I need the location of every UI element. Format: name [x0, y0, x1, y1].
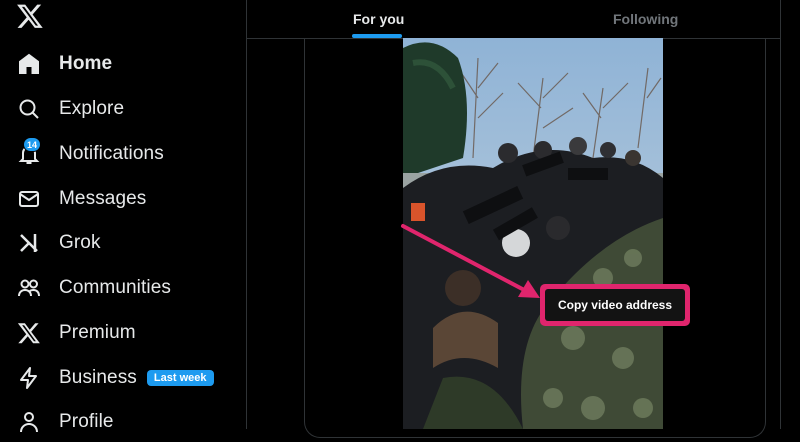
nav-explore[interactable]: Explore: [16, 89, 124, 129]
nav-business[interactable]: Business Last week: [16, 358, 214, 398]
nav-notifications[interactable]: 14 Notifications: [16, 134, 164, 174]
timeline-tabs: For you Following: [247, 0, 780, 39]
tab-for-you[interactable]: For you: [353, 0, 404, 38]
nav-home[interactable]: Home: [16, 44, 112, 84]
nav-home-label: Home: [59, 53, 113, 74]
nav-premium-label: Premium: [59, 322, 136, 343]
nav-notifications-label: Notifications: [59, 143, 164, 164]
nav-profile-label: Profile: [59, 411, 114, 432]
nav-premium[interactable]: Premium: [16, 313, 136, 353]
notification-count-badge: 14: [23, 137, 42, 152]
last-week-badge: Last week: [146, 370, 214, 386]
nav-profile[interactable]: Profile: [16, 402, 114, 442]
person-icon: [16, 409, 42, 435]
bell-icon: 14: [16, 137, 42, 167]
home-icon: [16, 51, 42, 77]
sidebar: Home Explore 14 Notifications Messages G…: [0, 0, 246, 433]
nav-messages[interactable]: Messages: [16, 179, 146, 219]
communities-icon: [16, 275, 42, 301]
lightning-icon: [16, 365, 42, 391]
nav-communities[interactable]: Communities: [16, 268, 171, 308]
nav-communities-label: Communities: [59, 277, 171, 298]
copy-video-address-menu-item[interactable]: Copy video address: [545, 289, 685, 321]
envelope-icon: [16, 186, 42, 212]
nav-messages-label: Messages: [59, 188, 147, 209]
post-video[interactable]: [403, 38, 663, 429]
nav-grok[interactable]: Grok: [16, 223, 101, 263]
context-menu-highlight: Copy video address: [540, 284, 690, 326]
tab-following[interactable]: Following: [613, 0, 678, 38]
nav-business-label: Business: [59, 367, 137, 388]
x-logo-icon[interactable]: [16, 2, 44, 30]
search-icon: [16, 96, 42, 122]
nav-grok-label: Grok: [59, 232, 101, 253]
grok-icon: [16, 230, 42, 256]
nav-explore-label: Explore: [59, 98, 125, 119]
x-logo-icon: [16, 320, 42, 346]
